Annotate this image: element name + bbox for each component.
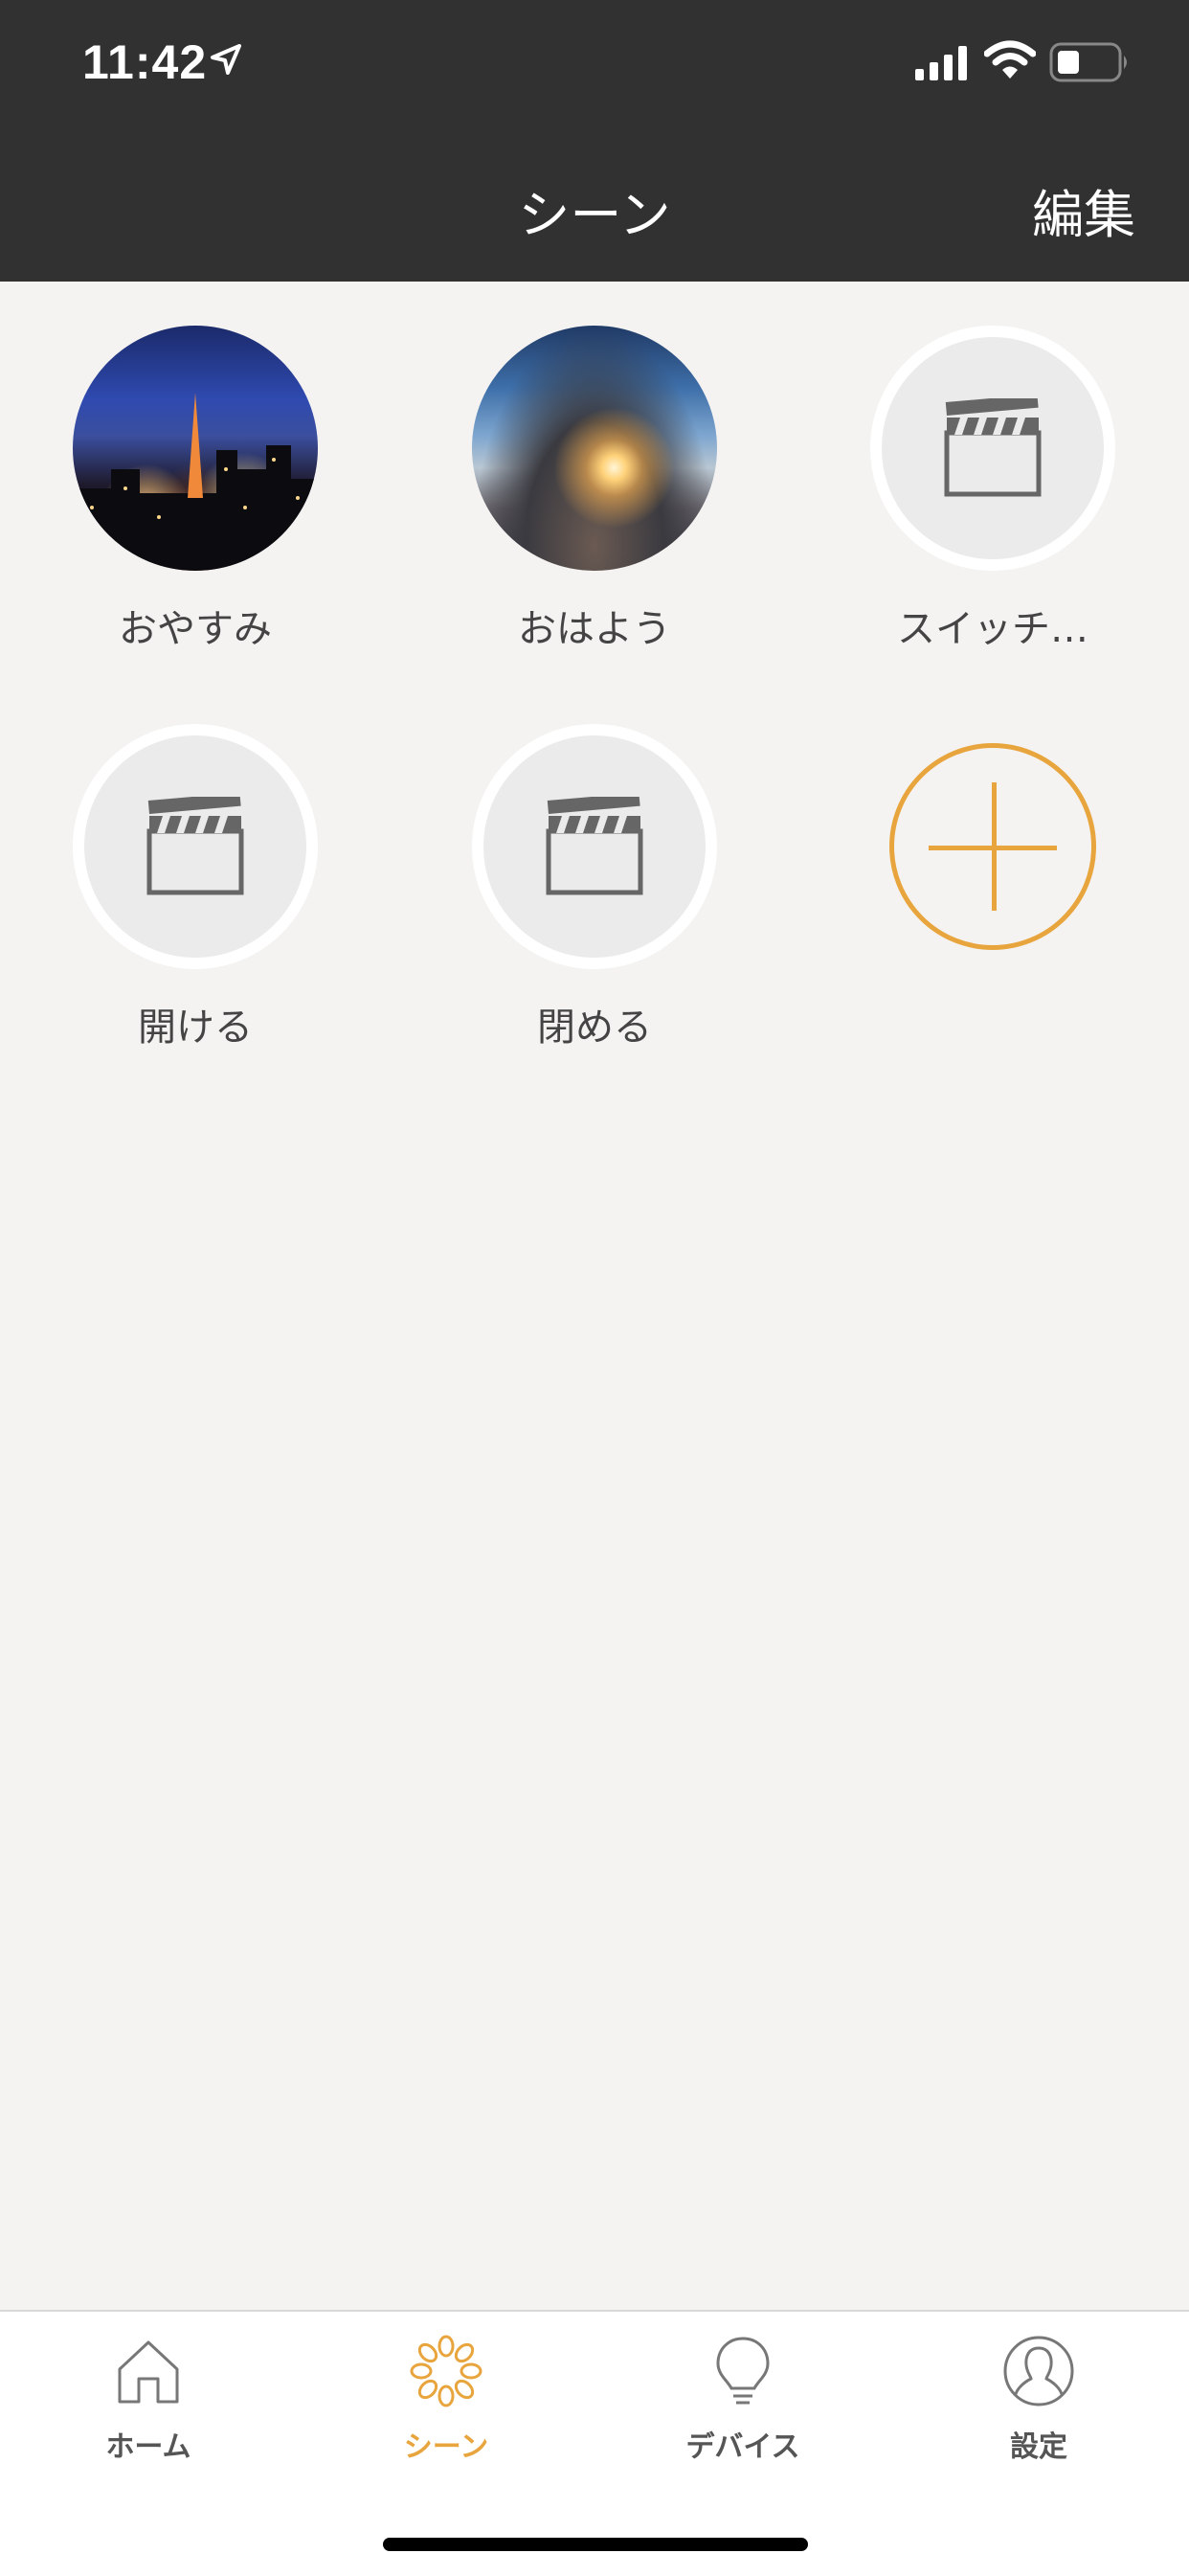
tab-bar: ホーム シーン デバイス 設定 (0, 2310, 1189, 2576)
sunrise-clouds-photo (472, 326, 717, 571)
scene-item-akeru[interactable]: 開ける (42, 724, 348, 1051)
signal-icon (915, 46, 967, 80)
scene-placeholder (870, 326, 1115, 571)
tab-label: 設定 (1010, 2430, 1067, 2464)
scene-item-shimeru[interactable]: 閉める (441, 724, 748, 1051)
top-bar: 11:42 シーン 編集 (0, 0, 1189, 282)
status-time: 11:42 (82, 35, 208, 89)
tab-label: シーン (403, 2430, 489, 2464)
page-title: シーン (518, 185, 671, 245)
home-icon (118, 2340, 179, 2404)
flower-icon (410, 2335, 482, 2407)
scene-label: 開ける (138, 1006, 253, 1050)
scene-placeholder (472, 724, 717, 969)
tab-devices[interactable]: デバイス (647, 2335, 839, 2465)
tab-home[interactable]: ホーム (53, 2335, 244, 2465)
user-icon (1003, 2336, 1074, 2407)
scene-item-switch[interactable]: スイッチ… (840, 326, 1146, 653)
location-arrow-icon (211, 44, 241, 75)
night-city-photo (73, 326, 318, 571)
lightbulb-icon (716, 2337, 770, 2405)
scene-label: 閉める (537, 1006, 652, 1050)
scene-item-oyasumi[interactable]: おやすみ (42, 326, 348, 653)
battery-icon (1049, 42, 1127, 82)
clapperboard-icon (546, 797, 643, 895)
plus-icon[interactable] (889, 743, 1096, 950)
home-indicator (383, 2538, 808, 2551)
tab-label: デバイス (685, 2430, 800, 2464)
tab-settings[interactable]: 設定 (943, 2335, 1134, 2465)
wifi-icon (984, 40, 1036, 79)
scene-label: おはよう (518, 607, 671, 651)
scene-item-ohayou[interactable]: おはよう (441, 326, 748, 653)
scene-label: おやすみ (119, 607, 272, 651)
add-scene-button[interactable] (840, 724, 1146, 950)
clapperboard-icon (146, 797, 244, 895)
edit-button[interactable]: 編集 (1032, 172, 1135, 248)
tab-scene[interactable]: シーン (350, 2335, 542, 2465)
scene-label: スイッチ… (897, 607, 1088, 651)
tab-label: ホーム (105, 2430, 191, 2464)
scene-placeholder (73, 724, 318, 969)
clapperboard-icon (944, 398, 1042, 497)
